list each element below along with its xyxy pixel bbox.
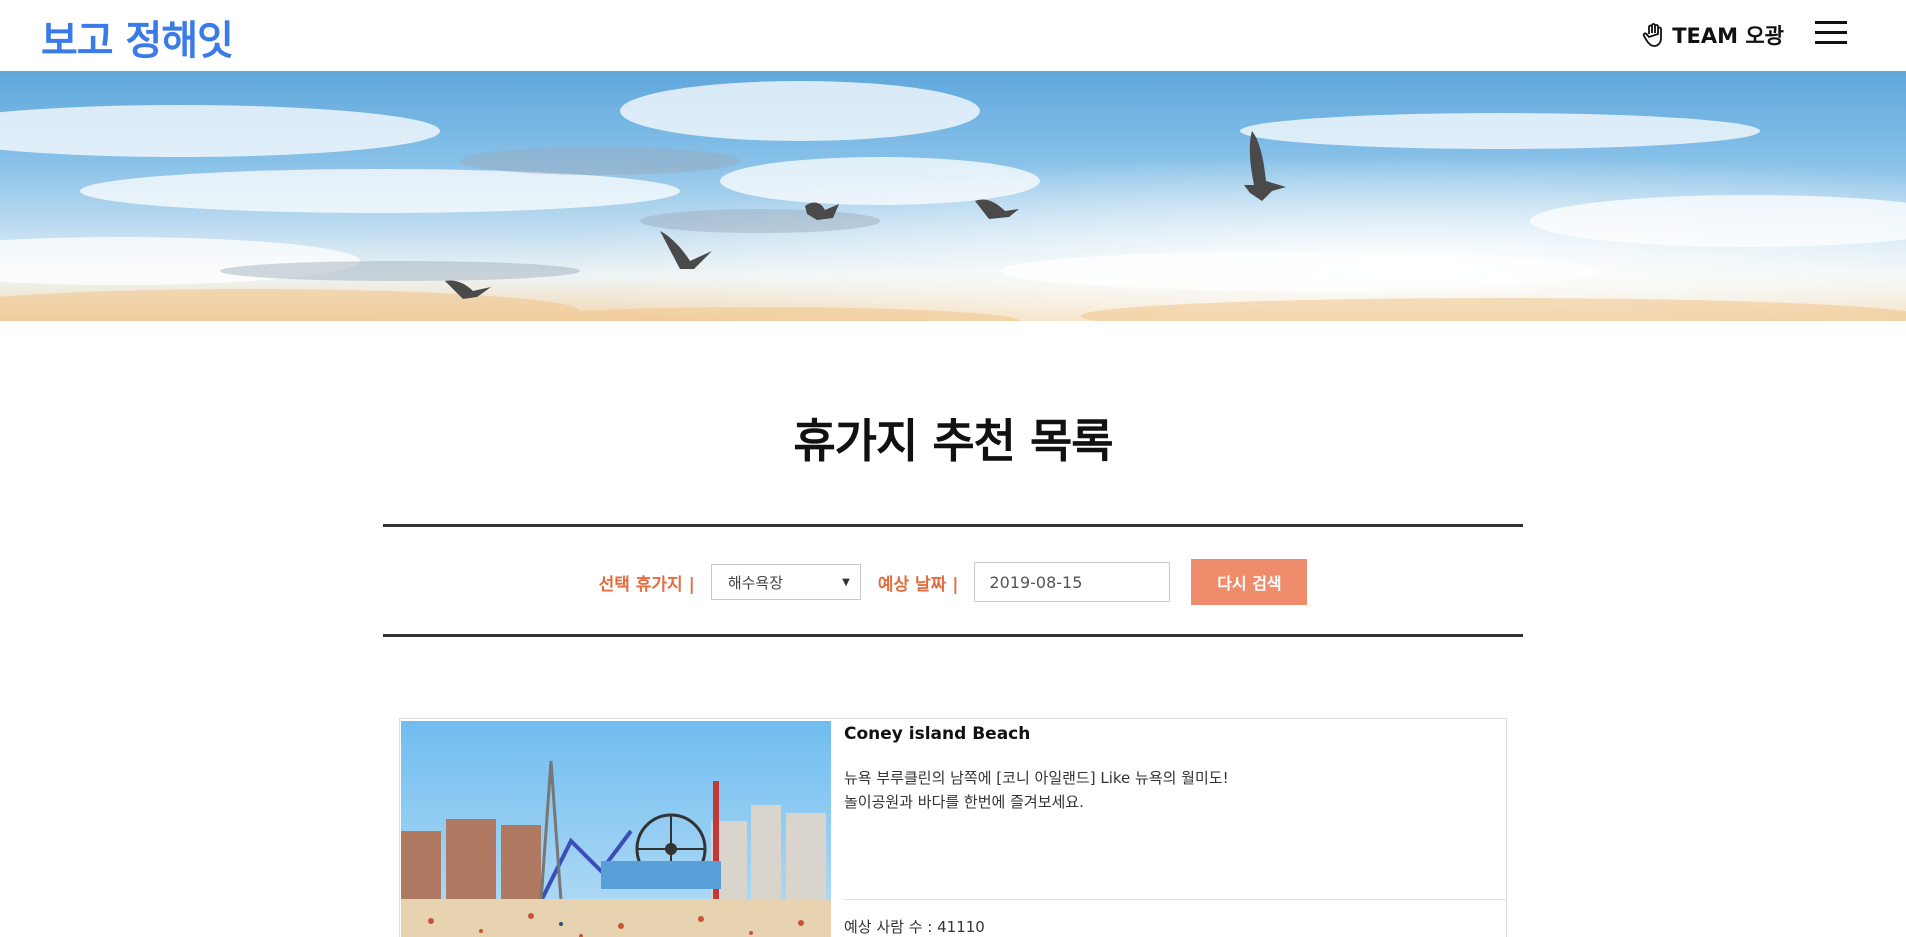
search-filter-bar: 선택 휴가지 | 해수욕장 ▼ 예상 날짜 | 다시 검색 — [383, 524, 1523, 637]
destination-select-value: 해수욕장 — [727, 573, 784, 592]
result-card-body: Coney island Beach 뉴욕 부루클린의 남쪽에 [코니 아일랜드… — [844, 719, 1506, 937]
page: 보고 정해잇 TEAM 오광 휴가지 추천 목록 선택 휴가지 | 해수욕장 ▼… — [0, 0, 1906, 937]
hero-sky-banner — [0, 71, 1906, 321]
result-image — [401, 721, 831, 937]
search-row: 선택 휴가지 | 해수욕장 ▼ 예상 날짜 | 다시 검색 — [383, 558, 1523, 606]
result-description: 뉴욕 부루클린의 남쪽에 [코니 아일랜드] Like 뉴욕의 월미도! 놀이공… — [844, 766, 1229, 814]
result-divider — [844, 899, 1506, 900]
result-description-line-1: 뉴욕 부루클린의 남쪽에 [코니 아일랜드] Like 뉴욕의 월미도! — [844, 769, 1229, 787]
destination-label: 선택 휴가지 | — [598, 574, 695, 595]
chevron-down-icon: ▼ — [842, 576, 850, 588]
hamburger-menu-icon[interactable] — [1815, 19, 1847, 47]
result-title[interactable]: Coney island Beach — [844, 724, 1030, 744]
date-label: 예상 날짜 | — [877, 574, 959, 595]
hand-icon — [1642, 23, 1664, 47]
destination-select[interactable]: 해수욕장 ▼ — [710, 564, 861, 600]
research-button[interactable]: 다시 검색 — [1191, 559, 1308, 605]
site-logo[interactable]: 보고 정해잇 — [41, 8, 234, 66]
result-description-line-2: 놀이공원과 바다를 한번에 즐겨보세요. — [844, 793, 1084, 811]
page-title: 휴가지 추천 목록 — [793, 414, 1113, 468]
result-card[interactable]: Coney island Beach 뉴욕 부루클린의 남쪽에 [코니 아일랜드… — [399, 718, 1507, 937]
result-expected-visitors: 예상 사람 수 : 41110 — [844, 918, 985, 936]
team-link[interactable]: TEAM 오광 — [1642, 20, 1784, 50]
date-input[interactable] — [974, 562, 1171, 602]
top-navbar: 보고 정해잇 TEAM 오광 — [0, 0, 1906, 71]
team-label: TEAM 오광 — [1672, 24, 1784, 48]
